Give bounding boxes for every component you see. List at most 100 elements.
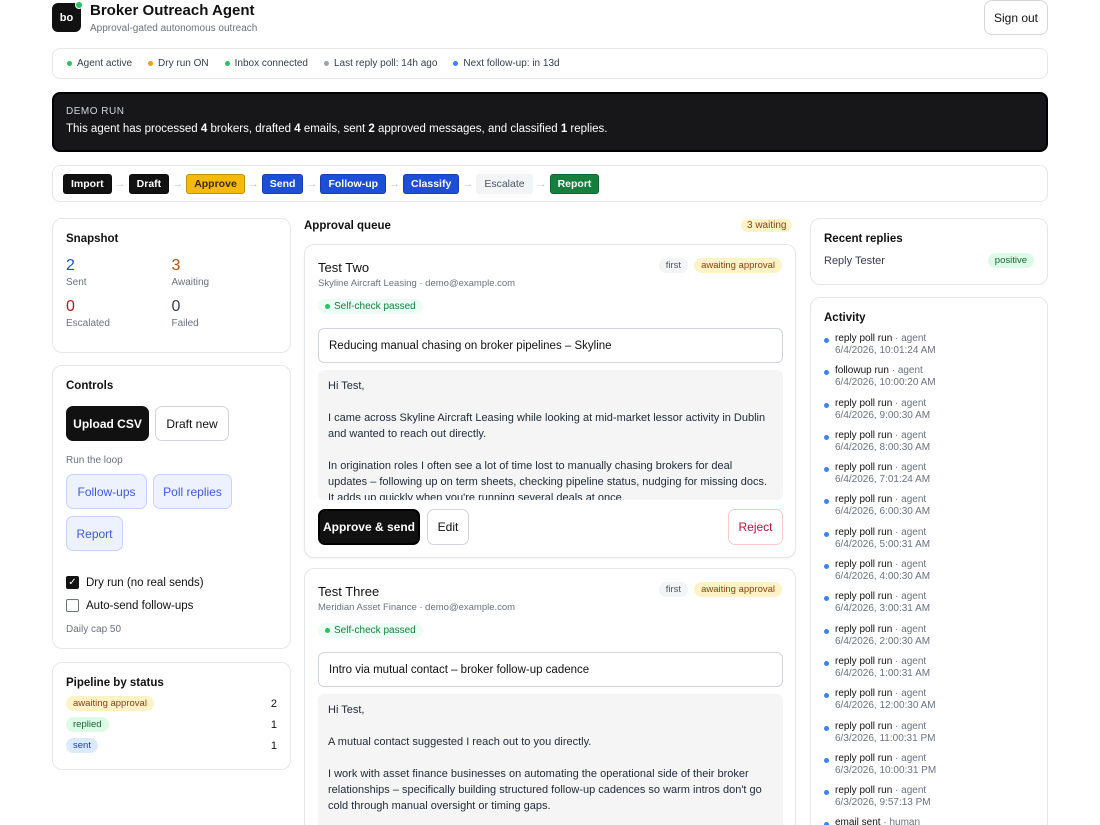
dry-run-toggle[interactable]: ✓ Dry run (no real sends) [66,576,204,589]
step-escalate[interactable]: Escalate [476,173,533,194]
auto-send-checkbox[interactable] [66,599,79,612]
activity-event: reply poll run · agent [835,656,1034,667]
sign-out-button[interactable]: Sign out [984,0,1048,35]
sentiment-badge: positive [987,253,1034,268]
activity-item: reply poll run · agent 6/4/2026, 8:00:30 … [824,430,1034,462]
activity-dot [824,402,829,408]
snapshot-failed: 0 Failed [172,298,278,329]
approve-send-button[interactable]: Approve & send [318,509,420,545]
daily-cap-text: Daily cap 50 [66,624,122,635]
activity-time: 6/4/2026, 12:00:30 AM [835,700,936,712]
recent-replies-panel: Recent replies Reply Tester positive [810,218,1048,285]
activity-actor: agent [897,365,923,377]
arrow-icon: → [462,177,474,190]
activity-event: reply poll run · agent [835,688,1034,699]
report-button[interactable]: Report [66,516,123,551]
body-paragraph: A mutual contact suggested I reach out t… [328,736,592,748]
run-loop-label: Run the loop [66,455,123,466]
activity-item: reply poll run · agent 6/4/2026, 6:00:30 … [824,494,1034,526]
activity-event-name: reply poll run [835,526,893,538]
snapshot-label: Awaiting [171,277,210,288]
activity-dot [824,531,829,537]
email-body[interactable]: Hi Test, I came across Skyline Aircraft … [318,370,783,500]
activity-sep: · [892,688,902,700]
activity-actor: agent [901,623,927,635]
step-follow-up[interactable]: Follow-up [320,173,387,194]
activity-dot [824,628,829,634]
activity-item: reply poll run · agent 6/4/2026, 7:01:24 … [824,462,1034,494]
activity-event: reply poll run · agent [835,753,1034,764]
snapshot-value: 3 [171,257,181,274]
step-approve[interactable]: Approve [186,173,245,194]
self-check-label: Self-check passed [334,301,416,312]
activity-sep: · [892,526,902,538]
activity-event: reply poll run · agent [835,430,1034,441]
activity-event: reply poll run · agent [835,398,1034,409]
dry-run-label: Dry run (no real sends) [86,576,204,589]
status-dot [148,61,154,66]
reply-item[interactable]: Reply Tester positive [824,253,1034,268]
activity-sep: · [892,559,902,571]
step-classify[interactable]: Classify [403,173,460,194]
status-count: 2 [270,697,277,710]
poll-replies-button[interactable]: Poll replies [153,474,232,509]
step-draft[interactable]: Draft [128,173,170,194]
status-badge: awaiting approval [694,582,782,597]
follow-ups-button[interactable]: Follow-ups [66,474,147,509]
subject-input[interactable]: Intro via mutual contact – broker follow… [318,652,783,687]
activity-time: 6/4/2026, 4:00:30 AM [835,571,931,583]
activity-sep: · [892,720,902,732]
activity-dot [824,725,829,731]
controls-title: Controls [66,380,114,392]
status-agent-active: Agent active [67,58,132,69]
activity-event-name: reply poll run [835,429,893,441]
subject-input[interactable]: Reducing manual chasing on broker pipeli… [318,328,783,363]
auto-send-toggle[interactable]: Auto-send follow-ups [66,599,193,612]
activity-event: reply poll run · agent [835,624,1034,635]
activity-time: 6/3/2026, 11:00:31 PM [835,732,936,744]
banner-text-part: This agent has processed [66,123,201,135]
activity-dot [824,499,829,505]
activity-actor: agent [901,333,927,344]
edit-button[interactable]: Edit [427,509,469,545]
activity-time: 6/4/2026, 3:00:31 AM [835,603,931,615]
activity-event-name: reply poll run [835,462,893,474]
activity-event: reply poll run · agent [835,462,1034,473]
activity-actor: agent [901,526,927,538]
status-badge: awaiting approval [694,258,782,273]
activity-dot [824,370,829,376]
app-logo: bo [52,1,83,32]
arrow-icon: → [247,177,259,190]
recipient-company: Skyline Aircraft Leasing · demo@example.… [318,278,516,289]
activity-time: 6/4/2026, 9:00:30 AM [835,409,931,421]
banner-text-part: brokers, drafted [207,123,295,135]
reject-button[interactable]: Reject [728,509,783,545]
draft-new-button[interactable]: Draft new [155,406,229,441]
step-report[interactable]: Report [549,173,600,194]
activity-panel: Activity reply poll run · agent 6/4/2026,… [810,297,1048,825]
activity-time: 6/4/2026, 6:00:30 AM [835,506,931,518]
activity-event-name: reply poll run [835,494,893,506]
step-send[interactable]: Send [261,173,304,194]
email-draft-card: Test Three Meridian Asset Finance · demo… [304,568,796,825]
activity-sep: · [892,752,902,764]
email-body[interactable]: Hi Test, A mutual contact suggested I re… [318,694,783,825]
activity-actor: agent [901,785,927,797]
email-draft-card: Test Two Skyline Aircraft Leasing · demo… [304,244,796,558]
activity-actor: agent [901,752,927,764]
pipeline-title: Pipeline by status [66,677,164,689]
activity-dot [824,660,829,666]
activity-sep: · [892,655,902,667]
activity-time: 6/4/2026, 2:00:30 AM [835,635,931,647]
step-import[interactable]: Import [63,173,112,194]
activity-event-name: reply poll run [835,688,893,700]
activity-dot [824,790,829,796]
dry-run-checkbox[interactable]: ✓ [66,576,79,589]
activity-sep: · [892,785,902,797]
status-label: Next follow-up: in 13d [463,58,560,69]
activity-item: followup run · agent 6/4/2026, 10:00:20 A… [824,365,1034,397]
reply-sender: Reply Tester [824,254,885,267]
status-next-followup: Next follow-up: in 13d [453,58,560,69]
auto-send-label: Auto-send follow-ups [86,599,194,612]
upload-csv-button[interactable]: Upload CSV [66,406,149,441]
